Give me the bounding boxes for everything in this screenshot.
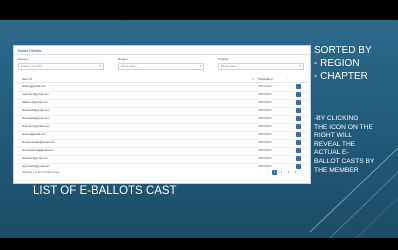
view-ballot-icon[interactable] (296, 140, 301, 145)
session-filter[interactable]: Session session year 2023 ▾ (18, 57, 104, 70)
side-notes: SORTED BY - REGION - CHAPTER -BY CLICKIN… (314, 44, 398, 174)
chapter-select-value: Please select (221, 65, 237, 68)
side-body-line: REVEAL THE (314, 140, 356, 148)
chapter-filter[interactable]: Chapter Please select ▾ (218, 57, 304, 70)
view-ballot-icon[interactable] (296, 148, 301, 153)
row-email: hfernando@gmail.com (22, 109, 50, 112)
presentation-slide: Ballot Details Session session year 2023… (0, 20, 398, 238)
side-body-text: -BY CLICKING THE ICON ON THE RIGHT WILL … (314, 115, 374, 175)
view-ballot-icon[interactable] (296, 132, 301, 137)
row-date: 03/03/2023 (258, 133, 272, 136)
slide-title: LIST OF E-BALLOTS CAST (33, 185, 177, 197)
column-options-icon[interactable]: ⋮ (286, 77, 289, 81)
chevron-down-icon: ▾ (199, 64, 201, 68)
region-select-value: Please select (121, 65, 137, 68)
table-header: Sent To ⇅ Timestamp ⋮ (16, 75, 308, 83)
region-filter-label: Region (118, 57, 128, 61)
side-body-line: BALLOT CASTS BY (314, 157, 375, 165)
row-email: acarino@gmail.com (22, 133, 46, 136)
row-date: 03/03/2023 (258, 117, 272, 120)
row-email: mjohnson@gmail.com (22, 93, 49, 96)
row-email: dcontrerasdiaz@gmail.com (22, 141, 55, 144)
video-frame: Ballot Details Session session year 2023… (0, 0, 398, 250)
column-header-timestamp[interactable]: Timestamp (258, 77, 273, 81)
row-email: rdelacruz@gmail.com (22, 101, 49, 104)
row-email: dbenavida@gmail.com (22, 117, 50, 120)
view-ballot-icon[interactable] (296, 116, 301, 121)
side-body-line: THE MEMBER (314, 166, 359, 174)
pagination-page-2[interactable]: 2 (279, 170, 284, 175)
column-header-email[interactable]: Sent To (22, 77, 32, 81)
row-date: 03/03/2023 (258, 157, 272, 160)
region-select[interactable]: Please select ▾ (118, 63, 204, 70)
side-heading-line: - CHAPTER (314, 71, 368, 82)
entries-summary: Showing 1 to 10 of 1,000 entries (22, 171, 60, 174)
session-select[interactable]: session year 2023 ▾ (18, 63, 104, 70)
session-select-value: session year 2023 (21, 65, 43, 68)
pagination-next[interactable]: › (300, 170, 305, 175)
row-date: 03/03/2023 (258, 149, 272, 152)
row-email: lsterlng@gmail.com (22, 85, 46, 88)
row-date: 03/03/2023 (258, 101, 272, 104)
view-ballot-icon[interactable] (296, 84, 301, 89)
row-email: rtolentino@gmail.com (22, 157, 49, 160)
row-date: 03/03/2023 (258, 93, 272, 96)
view-ballot-icon[interactable] (296, 124, 301, 129)
chevron-down-icon: ▾ (299, 64, 301, 68)
chevron-down-icon: ▾ (99, 64, 101, 68)
pagination-page-4[interactable]: 4 (293, 170, 298, 175)
row-date: 03/03/2023 (258, 85, 272, 88)
side-body-line: THE ICON ON THE (314, 123, 373, 131)
sort-icon[interactable]: ⇅ (252, 77, 255, 81)
view-ballot-icon[interactable] (296, 92, 301, 97)
side-body-line: -BY CLICKING (314, 115, 359, 122)
pagination-page-1[interactable]: 1 (272, 170, 277, 175)
row-email: rtomanarezza@gmail.com (22, 149, 54, 152)
view-ballot-icon[interactable] (296, 108, 301, 113)
row-date: 03/03/2023 (258, 125, 272, 128)
side-body-line: RIGHT WILL (314, 132, 353, 140)
pagination-prev[interactable]: ‹ (265, 170, 270, 175)
view-ballot-icon[interactable] (296, 100, 301, 105)
ballot-details-panel: Ballot Details Session session year 2023… (13, 45, 311, 184)
pagination-page-3[interactable]: 3 (286, 170, 291, 175)
session-filter-label: Session (18, 57, 29, 61)
region-filter[interactable]: Region Please select ▾ (118, 57, 204, 70)
side-body-line: ACTUAL E- (314, 149, 349, 157)
side-heading-line: - REGION (314, 58, 360, 69)
row-date: 03/03/2023 (258, 109, 272, 112)
view-ballot-icon[interactable] (296, 156, 301, 161)
table-footer: Showing 1 to 10 of 1,000 entries ‹ 1 2 3… (16, 167, 308, 177)
row-date: 03/03/2023 (258, 141, 272, 144)
panel-title: Ballot Details (14, 46, 310, 55)
row-email: cfrancisco@gmail.com (22, 125, 50, 128)
chapter-select[interactable]: Please select ▾ (218, 63, 304, 70)
side-heading-line: SORTED BY (314, 45, 372, 56)
chapter-filter-label: Chapter (218, 57, 229, 61)
